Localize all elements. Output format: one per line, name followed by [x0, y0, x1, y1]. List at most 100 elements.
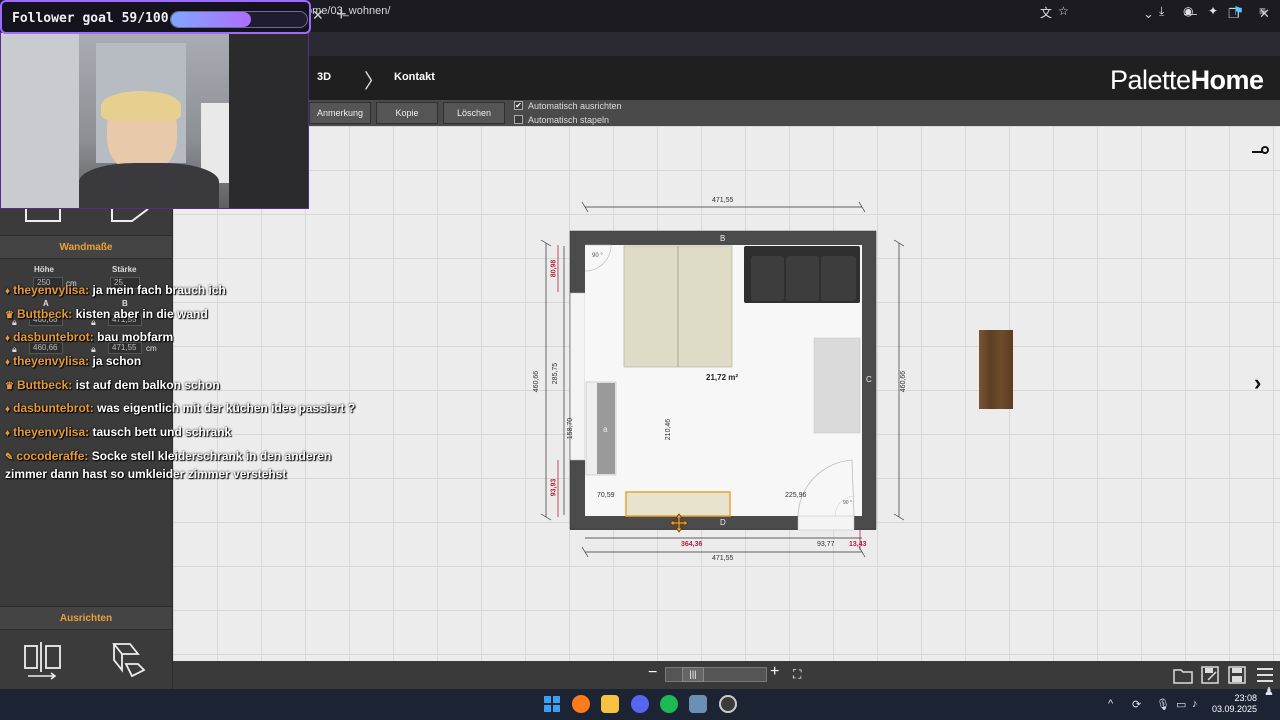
file-explorer-icon[interactable]: [601, 695, 619, 713]
height-label: Höhe: [34, 265, 54, 274]
mic-icon[interactable]: 🎙︎: [1156, 698, 1170, 711]
notification-icon[interactable]: ♟: [1264, 685, 1274, 698]
dim-bottom: 471,55: [712, 555, 734, 562]
align-furniture-icon[interactable]: [108, 640, 150, 678]
extension-icon[interactable]: ⚑: [1233, 4, 1244, 18]
nav-3d[interactable]: 3D: [317, 71, 331, 83]
firefox-icon[interactable]: [572, 695, 590, 713]
dim-top: 471,55: [712, 197, 734, 204]
door-angle: 90 °: [592, 253, 603, 259]
discord-icon[interactable]: [631, 695, 649, 713]
chat-username: theyenvylisa:: [13, 354, 90, 368]
chevron-right-icon: 〉: [364, 71, 384, 93]
chat-message-text: was eigentlich mit der küchen idee passi…: [97, 401, 356, 415]
dim-left-1: 80,98: [550, 259, 558, 278]
chat-badge-icon: ♛: [5, 310, 14, 321]
dim-left-4: 93,93: [550, 478, 558, 497]
dim-left-2: 285,75: [552, 362, 560, 385]
account-icon[interactable]: ◉: [1183, 4, 1193, 18]
dim-left-3: 158,70: [567, 417, 575, 440]
dim-left-outer: 460,66: [533, 370, 541, 393]
chat-message: ♦ dasbuntebrot: was eigentlich mit der kü…: [5, 401, 355, 415]
wall-tool-icons[interactable]: [22, 209, 152, 225]
nav-kontakt[interactable]: Kontakt: [394, 71, 435, 83]
auto-align-label[interactable]: Automatisch ausrichten: [528, 101, 622, 111]
chat-message: ♦ theyenvylisa: tausch bett und schrank: [5, 425, 231, 439]
zoom-out-button[interactable]: −: [648, 664, 657, 682]
palettehome-logo[interactable]: PaletteHome: [1110, 65, 1264, 96]
logo-home: Home: [1190, 65, 1265, 95]
zoom-slider-thumb[interactable]: |||: [682, 667, 704, 682]
chat-username: theyenvylisa:: [13, 425, 90, 439]
chat-message-text: ja schon: [92, 354, 142, 368]
shelf-label-a: a: [603, 425, 608, 434]
logo-palette: Palette: [1110, 65, 1191, 95]
wood-table[interactable]: [979, 330, 1013, 409]
bookmark-star-icon[interactable]: ☆: [1058, 4, 1069, 18]
folder-icon[interactable]: [1173, 665, 1193, 685]
url-text[interactable]: ome/03_wohnen/: [306, 5, 390, 17]
chat-message-text: Socke stell kleiderschrank in den andere…: [91, 449, 332, 463]
dim-inner-vertical: 210,46: [665, 418, 673, 441]
dim-right-outer: 460,66: [900, 370, 908, 393]
windows-start-icon[interactable]: [543, 695, 561, 713]
extensions-icon[interactable]: ✦: [1208, 4, 1218, 18]
chat-message: ♛ Buttbeck: ist auf dem balkon schon: [5, 378, 220, 392]
tray-chevron-icon[interactable]: ^: [1108, 698, 1113, 710]
auto-stack-label[interactable]: Automatisch stapeln: [528, 115, 609, 125]
chat-badge-icon: ♦: [5, 357, 11, 368]
chat-message-text: zimmer dann hast so umkleider zimmer ver…: [5, 467, 287, 481]
chat-username: dasbuntebrot:: [13, 401, 94, 415]
translate-icon[interactable]: 文: [1040, 4, 1052, 21]
wolf-app-icon[interactable]: [689, 695, 707, 713]
chat-badge-icon: ♦: [5, 404, 11, 415]
wall-b-unit: cm: [146, 344, 157, 353]
zoom-in-button[interactable]: +: [770, 663, 779, 681]
clock-time: 23:08: [1234, 693, 1258, 703]
volume-icon[interactable]: ♪: [1192, 698, 1198, 710]
copy-button[interactable]: Kopie: [376, 102, 438, 124]
dim-bottom-3: 13,43: [849, 541, 867, 548]
tab-list-chevron-icon[interactable]: ⌄: [1143, 6, 1154, 22]
auto-stack-checkbox[interactable]: [514, 115, 523, 124]
chat-badge-icon: ♦: [5, 286, 11, 297]
fullscreen-icon[interactable]: ⛶: [793, 667, 801, 682]
follower-goal-text: Follower goal 59/100: [12, 11, 169, 26]
dim-bottom-1: 364,36: [681, 541, 703, 548]
chat-message-text: bau mobfarm: [97, 330, 174, 344]
save-icon[interactable]: [1227, 665, 1247, 685]
obs-icon[interactable]: [719, 695, 737, 713]
download-icon[interactable]: ⤓: [1159, 4, 1164, 19]
chat-badge-icon: ♦: [5, 428, 11, 439]
zoom-slider[interactable]: [665, 667, 767, 682]
align-walls-icon[interactable]: [22, 642, 64, 680]
chat-message: ♦ dasbuntebrot: bau mobfarm: [5, 330, 173, 344]
wall-dimensions-header: Wandmaße: [0, 235, 172, 259]
minimap-toggle-icon[interactable]: [1252, 145, 1270, 155]
auto-align-checkbox[interactable]: ✔: [514, 101, 523, 110]
annotation-button[interactable]: Anmerkung: [309, 102, 371, 124]
sync-icon[interactable]: ⟳: [1132, 698, 1141, 711]
chat-badge-icon: ♛: [5, 381, 14, 392]
clock[interactable]: 23:08 03.09.2025: [1212, 693, 1257, 715]
delete-button[interactable]: Löschen: [443, 102, 505, 124]
spotify-icon[interactable]: [660, 695, 678, 713]
chat-username: Buttbeck:: [16, 307, 73, 321]
network-icon[interactable]: ▭: [1176, 698, 1186, 711]
wall-label-c: C: [866, 375, 872, 384]
align-header: Ausrichten: [0, 606, 172, 630]
chat-message-text: ja mein fach brauch ich: [92, 283, 226, 297]
chat-username: dasbuntebrot:: [13, 330, 94, 344]
room-area: 21,72 m²: [706, 373, 739, 382]
chat-message: ♛ Buttbeck: kisten aber in die wand: [5, 307, 208, 321]
follower-goal-progress: [170, 11, 308, 28]
chat-badge-icon: ✎: [5, 452, 14, 463]
menu-icon[interactable]: [1255, 665, 1275, 685]
follower-goal-progress-fill: [171, 12, 252, 27]
next-arrow-icon[interactable]: ›: [1254, 370, 1261, 396]
chat-username: Buttbeck:: [16, 378, 73, 392]
chat-message: ♦ theyenvylisa: ja schon: [5, 354, 141, 368]
menu-icon[interactable]: ≡: [1259, 4, 1266, 18]
dim-selection-right: 225,96: [785, 492, 807, 499]
save-as-icon[interactable]: [1200, 665, 1220, 685]
